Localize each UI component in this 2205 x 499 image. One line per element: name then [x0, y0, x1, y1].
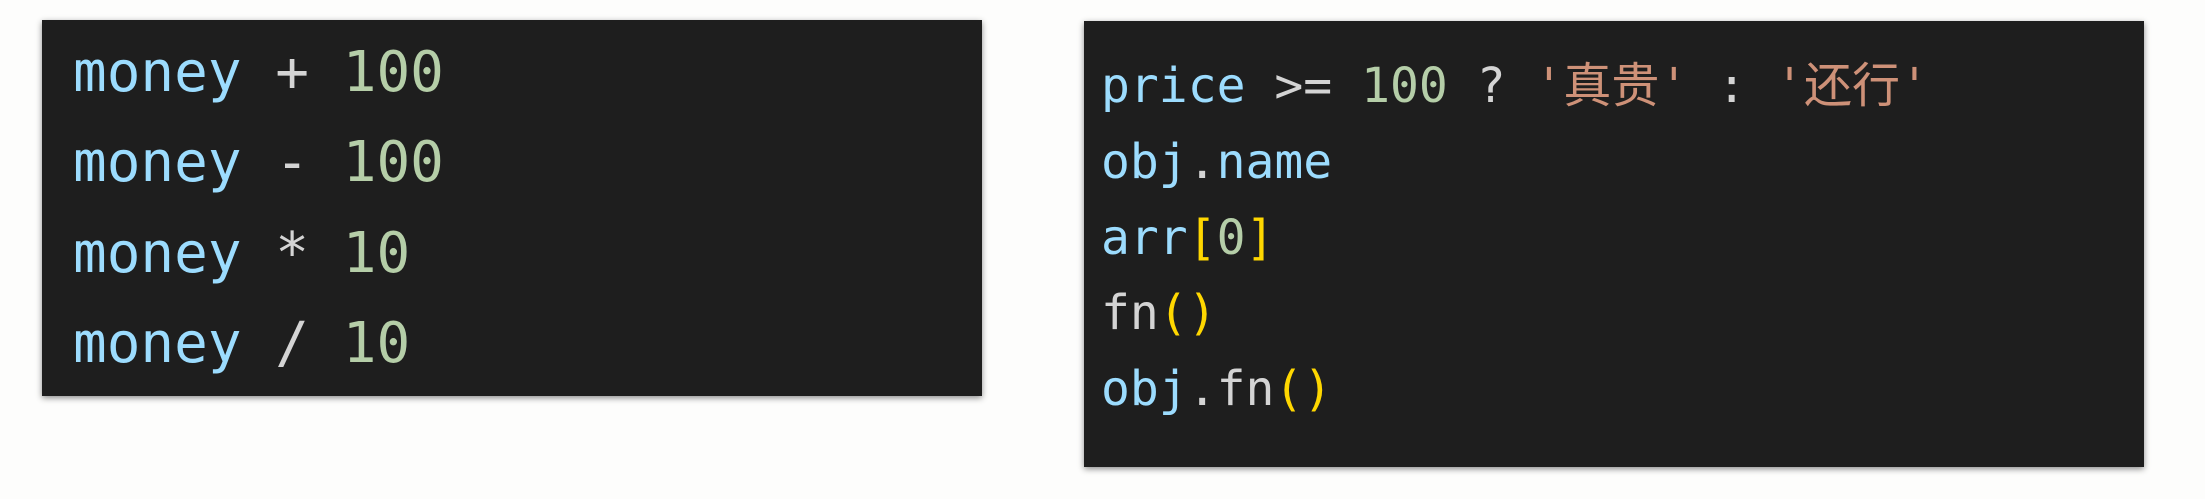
- code-line-addition: money + 100: [73, 38, 444, 108]
- function-name: fn: [1216, 361, 1275, 417]
- operator: *: [275, 221, 310, 286]
- number: 100: [342, 130, 444, 195]
- code-line-division: money / 10: [73, 309, 410, 379]
- property: name: [1216, 134, 1333, 190]
- variable: money: [73, 40, 242, 105]
- operator: ?: [1476, 58, 1506, 114]
- bracket: ]: [1245, 210, 1275, 266]
- code-line-ternary: price >= 100 ? '真贵' : '还行': [1101, 54, 1929, 118]
- code-line-member-access: obj.name: [1101, 130, 1332, 194]
- number: 100: [342, 40, 444, 105]
- code-line-index-access: arr[0]: [1101, 206, 1274, 270]
- variable: price: [1101, 58, 1246, 114]
- variable: obj: [1101, 361, 1188, 417]
- code-line-function-call: fn(): [1101, 281, 1217, 345]
- variable: money: [73, 221, 242, 286]
- operator: .: [1187, 361, 1217, 417]
- operator: >=: [1274, 58, 1333, 114]
- string-literal: '真贵': [1534, 58, 1689, 114]
- operator: /: [275, 311, 310, 376]
- number: 0: [1216, 210, 1246, 266]
- variable: arr: [1101, 210, 1188, 266]
- bracket: (): [1158, 285, 1217, 341]
- string-literal: '还行': [1775, 58, 1929, 114]
- variable: obj: [1101, 134, 1188, 190]
- number: 10: [342, 311, 411, 376]
- variable: money: [73, 130, 242, 195]
- number: 10: [342, 221, 411, 286]
- bracket: [: [1187, 210, 1217, 266]
- number: 100: [1361, 58, 1448, 114]
- operator: :: [1717, 58, 1747, 114]
- operator: .: [1187, 134, 1217, 190]
- code-line-method-call: obj.fn(): [1101, 357, 1332, 421]
- function-name: fn: [1101, 285, 1159, 341]
- arithmetic-code-panel: money + 100 money - 100 money * 10 money…: [42, 20, 982, 396]
- code-line-multiplication: money * 10: [73, 219, 410, 289]
- code-line-subtraction: money - 100: [73, 128, 444, 198]
- operator: +: [275, 40, 310, 105]
- operator: -: [275, 130, 310, 195]
- other-expressions-code-panel: price >= 100 ? '真贵' : '还行' obj.name arr[…: [1084, 21, 2144, 467]
- bracket: (): [1274, 361, 1333, 417]
- variable: money: [73, 311, 242, 376]
